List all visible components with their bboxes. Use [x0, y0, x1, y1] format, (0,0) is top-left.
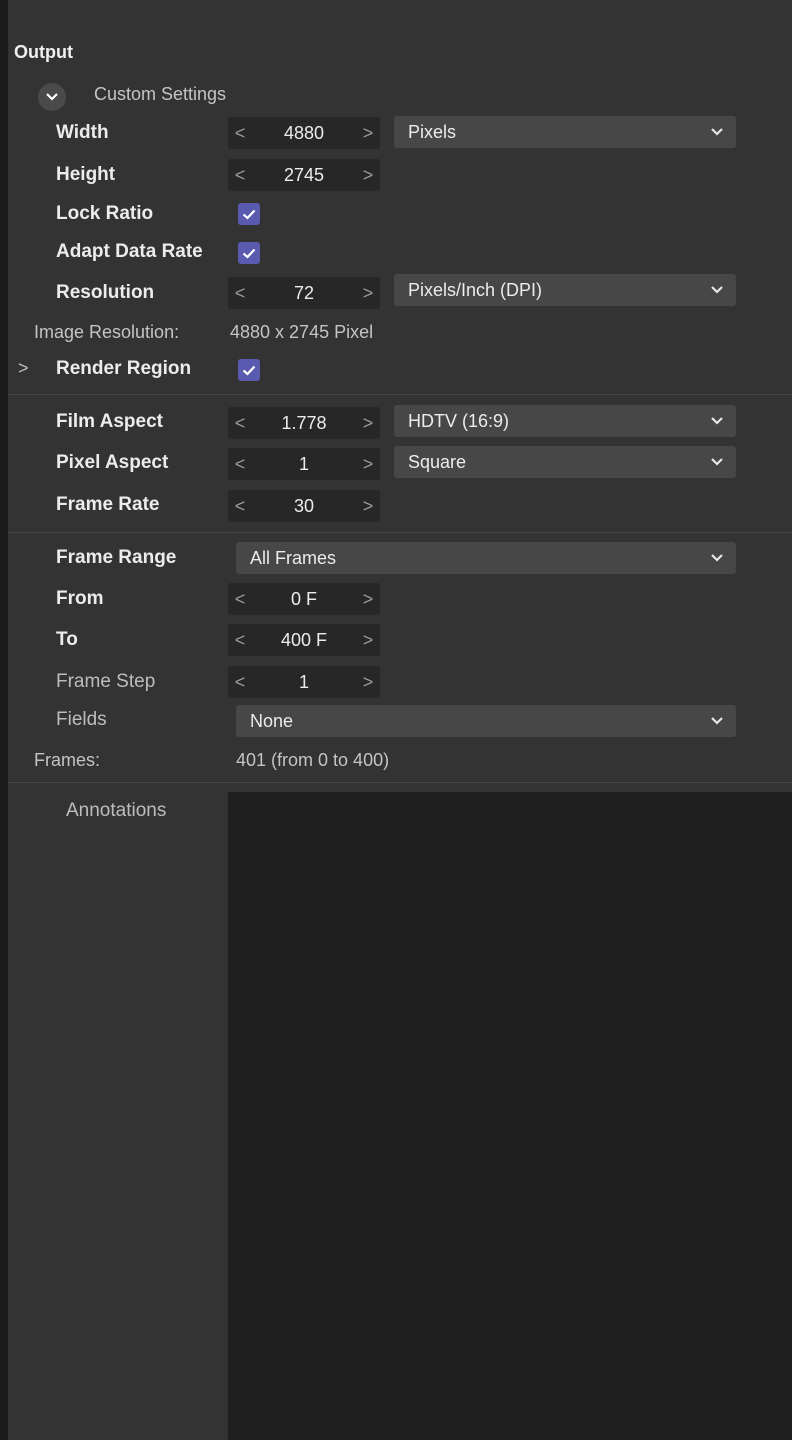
chevron-right-icon[interactable]: >	[356, 672, 380, 693]
render-region-checkbox[interactable]	[238, 359, 260, 381]
image-resolution-value: 4880 x 2745 Pixel	[230, 322, 374, 342]
pixel-aspect-label: Pixel Aspect	[56, 452, 169, 473]
from-label: From	[56, 588, 104, 609]
fields-label: Fields	[56, 709, 107, 730]
to-value[interactable]: 400 F	[252, 630, 356, 651]
frame-rate-field[interactable]: < 30 >	[228, 490, 380, 522]
chevron-right-icon[interactable]: >	[356, 454, 380, 475]
preset-label: Custom Settings	[94, 84, 227, 104]
chevron-right-icon[interactable]: >	[356, 413, 380, 434]
pixel-aspect-field[interactable]: < 1 >	[228, 448, 380, 480]
frame-step-value[interactable]: 1	[252, 672, 356, 693]
divider	[8, 394, 792, 395]
chevron-left-icon[interactable]: <	[228, 589, 252, 610]
chevron-right-icon[interactable]: >	[356, 630, 380, 651]
frames-value: 401 (from 0 to 400)	[236, 750, 390, 770]
annotations-textarea[interactable]	[228, 792, 792, 1440]
height-label: Height	[56, 164, 116, 185]
chevron-right-icon[interactable]: >	[356, 283, 380, 304]
chevron-right-icon[interactable]: >	[356, 123, 380, 144]
resolution-field[interactable]: < 72 >	[228, 277, 380, 309]
checkmark-icon	[242, 248, 256, 259]
to-field[interactable]: < 400 F >	[228, 624, 380, 656]
frame-range-label: Frame Range	[56, 547, 177, 568]
chevron-down-icon	[46, 93, 58, 101]
width-value[interactable]: 4880	[252, 123, 356, 144]
chevron-down-icon	[711, 128, 723, 136]
film-aspect-value[interactable]: 1.778	[252, 413, 356, 434]
chevron-down-icon	[711, 554, 723, 562]
resolution-unit-value: Pixels/Inch (DPI)	[408, 279, 543, 300]
frame-rate-value[interactable]: 30	[252, 496, 356, 517]
to-label: To	[56, 629, 78, 650]
adapt-data-rate-label: Adapt Data Rate	[56, 241, 203, 262]
image-resolution-label: Image Resolution:	[34, 322, 180, 342]
fields-value: None	[250, 710, 294, 731]
height-field[interactable]: < 2745 >	[228, 159, 380, 191]
output-settings-panel: Output Custom Settings Width < 4880 > Pi…	[0, 0, 792, 1440]
resolution-unit-dropdown[interactable]: Pixels/Inch (DPI)	[394, 274, 736, 306]
divider	[8, 782, 792, 783]
from-field[interactable]: < 0 F >	[228, 583, 380, 615]
divider	[8, 532, 792, 533]
section-title: Output	[14, 42, 73, 62]
render-region-label: Render Region	[56, 358, 192, 379]
lock-ratio-checkbox[interactable]	[238, 203, 260, 225]
frames-label: Frames:	[34, 750, 101, 770]
film-aspect-preset: HDTV (16:9)	[408, 410, 510, 431]
chevron-left-icon[interactable]: <	[228, 283, 252, 304]
lock-ratio-label: Lock Ratio	[56, 203, 154, 224]
chevron-right-icon[interactable]: >	[356, 496, 380, 517]
checkmark-icon	[242, 209, 256, 220]
fields-dropdown[interactable]: None	[236, 705, 736, 737]
chevron-left-icon[interactable]: <	[228, 630, 252, 651]
chevron-right-icon[interactable]: >	[356, 589, 380, 610]
film-aspect-dropdown[interactable]: HDTV (16:9)	[394, 405, 736, 437]
frame-step-field[interactable]: < 1 >	[228, 666, 380, 698]
chevron-down-icon	[711, 458, 723, 466]
chevron-left-icon[interactable]: <	[228, 165, 252, 186]
frame-rate-label: Frame Rate	[56, 494, 160, 515]
frame-range-value: All Frames	[250, 547, 337, 568]
adapt-data-rate-checkbox[interactable]	[238, 242, 260, 264]
pixel-aspect-preset: Square	[408, 451, 467, 472]
film-aspect-field[interactable]: < 1.778 >	[228, 407, 380, 439]
chevron-right-icon[interactable]: >	[18, 358, 29, 379]
checkmark-icon	[242, 365, 256, 376]
resolution-label: Resolution	[56, 282, 155, 303]
chevron-down-icon	[711, 717, 723, 725]
pixel-aspect-dropdown[interactable]: Square	[394, 446, 736, 478]
film-aspect-label: Film Aspect	[56, 411, 163, 432]
chevron-left-icon[interactable]: <	[228, 672, 252, 693]
width-unit-dropdown[interactable]: Pixels	[394, 116, 736, 148]
chevron-left-icon[interactable]: <	[228, 413, 252, 434]
chevron-down-icon	[711, 417, 723, 425]
chevron-left-icon[interactable]: <	[228, 454, 252, 475]
annotations-label: Annotations	[66, 800, 167, 821]
from-value[interactable]: 0 F	[252, 589, 356, 610]
chevron-left-icon[interactable]: <	[228, 123, 252, 144]
width-label: Width	[56, 122, 109, 143]
preset-expand-toggle[interactable]	[38, 83, 66, 111]
resolution-value[interactable]: 72	[252, 283, 356, 304]
width-unit-value: Pixels	[408, 121, 457, 142]
chevron-down-icon	[711, 286, 723, 294]
frame-range-dropdown[interactable]: All Frames	[236, 542, 736, 574]
chevron-left-icon[interactable]: <	[228, 496, 252, 517]
chevron-right-icon[interactable]: >	[356, 165, 380, 186]
pixel-aspect-value[interactable]: 1	[252, 454, 356, 475]
height-value[interactable]: 2745	[252, 165, 356, 186]
frame-step-label: Frame Step	[56, 671, 156, 692]
width-field[interactable]: < 4880 >	[228, 117, 380, 149]
